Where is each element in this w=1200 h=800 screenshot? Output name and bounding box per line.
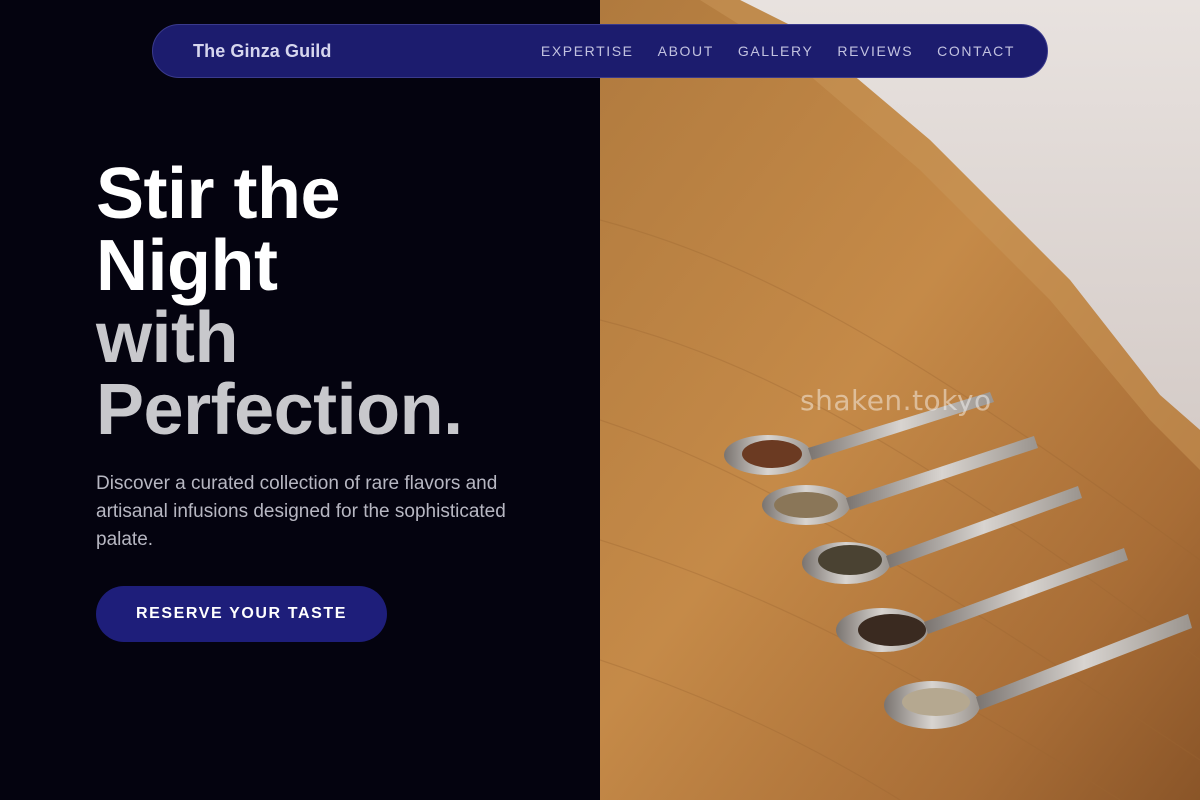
hero-title-line-1: Stir the	[96, 154, 341, 234]
nav-link-expertise[interactable]: EXPERTISE	[541, 43, 634, 59]
reserve-your-taste-button[interactable]: RESERVE YOUR TASTE	[96, 586, 387, 642]
hero-title: Stir the Night with Perfection.	[96, 158, 463, 446]
nav-link-reviews[interactable]: REVIEWS	[837, 43, 913, 59]
nav-link-about[interactable]: ABOUT	[658, 43, 714, 59]
hero-left-panel: Stir the Night with Perfection. Discover…	[0, 0, 600, 800]
nav-links: EXPERTISE ABOUT GALLERY REVIEWS CONTACT	[541, 43, 1015, 59]
hero-subtitle: Discover a curated collection of rare fl…	[96, 473, 506, 550]
top-navbar: The Ginza Guild EXPERTISE ABOUT GALLERY …	[152, 24, 1048, 78]
photo-watermark: shaken.tokyo	[800, 384, 992, 417]
hero-title-line-2: Night	[96, 226, 278, 306]
hero-title-line-3: with	[96, 298, 238, 378]
nav-link-gallery[interactable]: GALLERY	[738, 43, 814, 59]
hero-photo: shaken.tokyo	[600, 0, 1200, 800]
brand-logo[interactable]: The Ginza Guild	[193, 41, 332, 62]
hero-title-line-4: Perfection.	[96, 370, 463, 450]
nav-link-contact[interactable]: CONTACT	[937, 43, 1015, 59]
